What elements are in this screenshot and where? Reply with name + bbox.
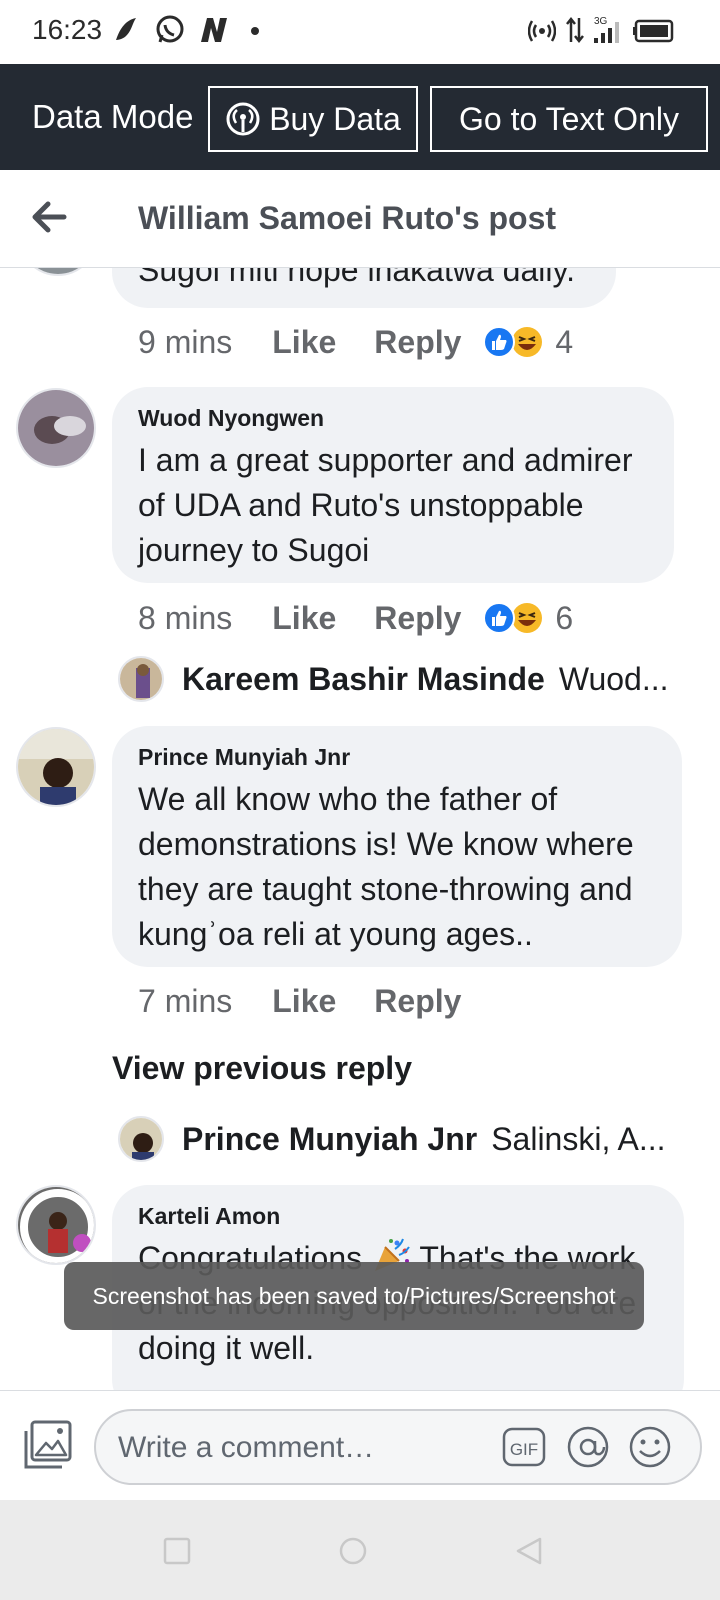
reactions[interactable]: 6 [481,600,573,637]
reply-snippet: Wuod... [558,660,669,697]
buy-data-button[interactable]: Buy Data [208,86,418,152]
comment-text: Sugoi miti hope inakatwa daily. [138,268,575,288]
battery-icon [633,19,674,43]
like-button[interactable]: Like [272,983,336,1020]
comment-time[interactable]: 7 mins [138,983,232,1020]
buy-data-label: Buy Data [269,100,401,137]
comment-bubble[interactable]: Sugoi miti hope inakatwa daily. [112,268,616,308]
reply-author: Prince Munyiah Jnr [182,1120,478,1157]
photo-icon[interactable] [22,1419,74,1471]
reply-preview[interactable]: Kareem Bashir Masinde Wuod... [118,654,669,704]
recent-apps-icon[interactable] [162,1536,192,1566]
comment-placeholder: Write a comment… [118,1431,375,1464]
like-haha-reaction-icon [483,326,543,358]
svg-text:GIF: GIF [510,1440,538,1459]
comment-author[interactable]: Karteli Amon [138,1203,658,1230]
comment-actions: 7 mins Like Reply [138,979,461,1023]
back-icon[interactable] [514,1536,544,1566]
comment-author[interactable]: Wuod Nyongwen [138,405,648,432]
like-button[interactable]: Like [272,324,336,361]
comment-feed[interactable]: Sugoi miti hope inakatwa daily. 9 mins L… [0,268,720,1390]
home-icon[interactable] [338,1536,368,1566]
whatsapp-icon [156,15,184,43]
comment-input[interactable]: Write a comment… GIF [94,1409,702,1485]
bird-app-icon [116,18,136,40]
status-bar: 16:23 3G [0,0,720,64]
comment-bubble[interactable]: Wuod Nyongwen I am a great supporter and… [112,387,674,583]
comment-composer: Write a comment… GIF [0,1390,720,1500]
reaction-count: 4 [555,323,574,360]
comment-text: I am a great supporter and admirer of UD… [138,442,633,568]
data-mode-label: Data Mode [32,98,194,135]
like-button[interactable]: Like [272,600,336,637]
reply-author: Kareem Bashir Masinde [182,660,545,697]
page-title: William Samoei Ruto's post [138,200,557,236]
avatar[interactable] [16,388,96,468]
like-haha-reaction-icon [483,602,543,634]
system-nav-bar [0,1500,720,1600]
status-time: 16:23 [32,14,103,45]
comment-time[interactable]: 9 mins [138,324,232,361]
avatar [118,656,164,702]
data-mode-bar: Data Mode Buy Data Go to Text Only [0,64,720,170]
avatar [118,1116,164,1162]
avatar[interactable] [18,268,98,276]
hotspot-icon [226,102,260,136]
comment-author[interactable]: Prince Munyiah Jnr [138,744,656,771]
back-arrow-icon[interactable] [28,196,70,238]
text-only-label: Go to Text Only [459,100,679,137]
reaction-count: 6 [555,599,574,636]
n-app-icon [201,18,227,42]
comment-actions: 9 mins Like Reply 4 [138,320,573,364]
reply-snippet: Salinski, A... [491,1120,666,1157]
comment-actions: 8 mins Like Reply 6 [138,596,573,640]
signal-3g-icon: 3G [594,16,619,43]
go-to-text-only-button[interactable]: Go to Text Only [430,86,708,152]
reply-preview[interactable]: Prince Munyiah Jnr Salinski, A... [118,1114,665,1164]
dot-icon [251,27,259,35]
gif-icon[interactable]: GIF [502,1427,546,1467]
mention-icon[interactable] [566,1425,610,1469]
svg-text:3G: 3G [594,16,608,27]
post-header: William Samoei Ruto's post [0,170,720,268]
screenshot-toast: Screenshot has been saved to/Pictures/Sc… [64,1262,644,1330]
avatar[interactable] [16,727,96,807]
reply-button[interactable]: Reply [374,324,461,361]
comment-text: We all know who the father of demonstrat… [138,781,634,952]
comment-bubble[interactable]: Prince Munyiah Jnr We all know who the f… [112,726,682,967]
view-previous-reply-link[interactable]: View previous reply [112,1050,412,1087]
comment-time[interactable]: 8 mins [138,600,232,637]
reply-button[interactable]: Reply [374,983,461,1020]
avatar[interactable] [16,1185,96,1265]
data-arrows-icon [566,16,584,44]
hotspot-icon [528,20,556,42]
reactions[interactable]: 4 [481,324,573,361]
reply-button[interactable]: Reply [374,600,461,637]
emoji-icon[interactable] [628,1425,672,1469]
